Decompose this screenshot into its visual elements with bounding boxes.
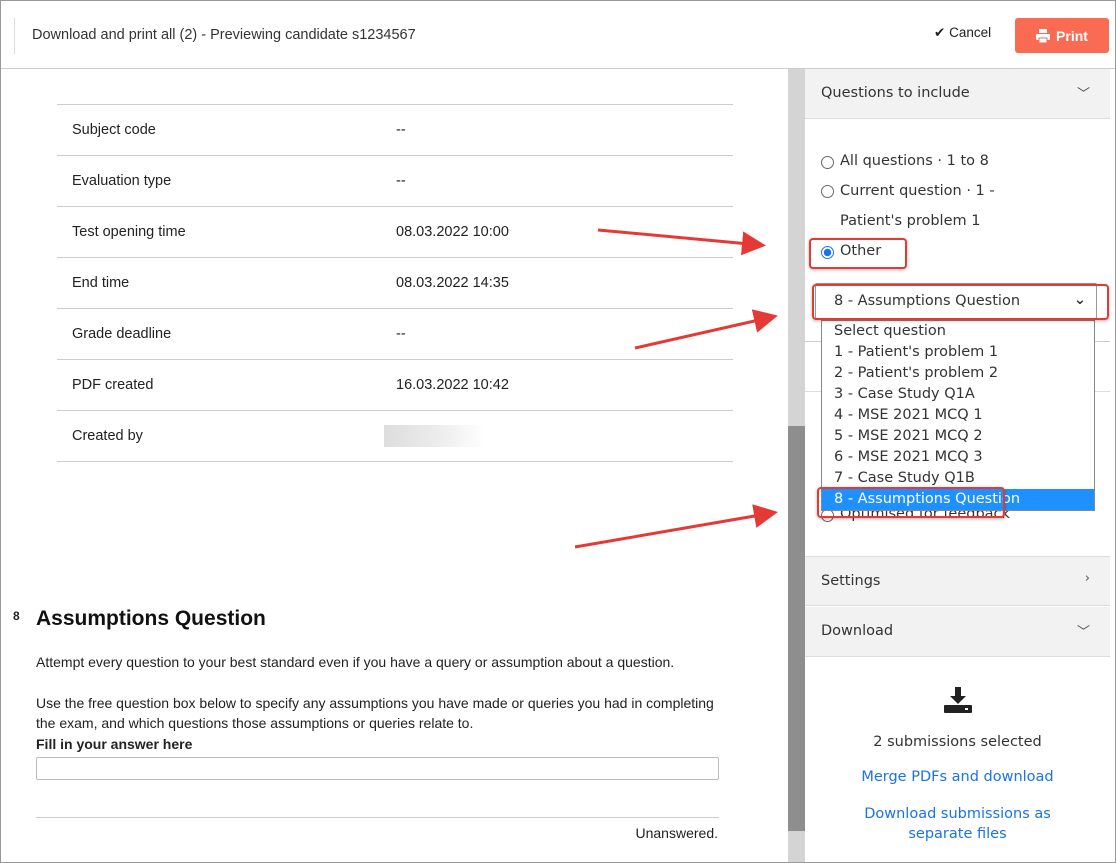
detail-label: End time xyxy=(72,275,130,291)
dropdown-option[interactable]: 2 - Patient's problem 2 xyxy=(822,363,1094,384)
separate-files-link[interactable]: Download submissions as separate files xyxy=(805,804,1110,844)
question-number: 8 xyxy=(13,609,20,623)
header: Download and print all (2) - Previewing … xyxy=(0,0,1116,69)
redacted-value xyxy=(384,425,484,447)
question-title: Assumptions Question xyxy=(36,607,266,630)
detail-label: Evaluation type xyxy=(72,173,172,189)
dropdown-option[interactable]: 3 - Case Study Q1A xyxy=(822,384,1094,405)
table-row: Created by xyxy=(57,411,733,462)
radio-current-question[interactable]: Current question · 1 - Patient's problem… xyxy=(821,176,1061,236)
detail-label: Created by xyxy=(72,428,143,444)
table-row: PDF created 16.03.2022 10:42 xyxy=(57,360,733,411)
highlight-box xyxy=(817,487,1005,518)
download-icon xyxy=(944,687,972,713)
detail-value: 16.03.2022 10:42 xyxy=(396,377,509,393)
table-row: Test opening time 08.03.2022 10:00 xyxy=(57,207,733,258)
question-instructions: Attempt every question to your best stan… xyxy=(36,654,675,670)
options-panel: Questions to include ﹀ All questions · 1 … xyxy=(805,69,1110,863)
table-row: Evaluation type -- xyxy=(57,156,733,207)
scrollbar-thumb[interactable] xyxy=(788,426,805,831)
dropdown-option[interactable]: 1 - Patient's problem 1 xyxy=(822,342,1094,363)
divider xyxy=(36,817,719,818)
chevron-down-icon: ﹀ xyxy=(1076,87,1090,102)
download-section-header[interactable]: Download ﹀ xyxy=(805,607,1110,657)
check-icon: ✔ xyxy=(934,25,946,40)
detail-label: Test opening time xyxy=(72,224,186,240)
dropdown-option[interactable]: Select question xyxy=(822,321,1094,342)
dropdown-option[interactable]: 4 - MSE 2021 MCQ 1 xyxy=(822,405,1094,426)
radio-all-questions[interactable]: All questions · 1 to 8 xyxy=(821,153,989,169)
detail-value: -- xyxy=(396,122,406,138)
questions-section-header[interactable]: Questions to include ﹀ xyxy=(805,69,1110,119)
printer-icon xyxy=(1036,28,1051,43)
details-table: Subject code -- Evaluation type -- Test open… xyxy=(57,104,733,462)
scrollbar[interactable] xyxy=(788,69,805,863)
print-button[interactable]: Print xyxy=(1015,18,1109,53)
answer-field[interactable] xyxy=(36,757,719,780)
question-description: Use the free question box below to speci… xyxy=(36,695,714,731)
detail-label: Grade deadline xyxy=(72,326,172,342)
dropdown-option[interactable]: 6 - MSE 2021 MCQ 3 xyxy=(822,447,1094,468)
table-row: Subject code -- xyxy=(57,105,733,156)
selected-count: 2 submissions selected xyxy=(873,734,1042,750)
detail-label: Subject code xyxy=(72,122,156,138)
detail-value: -- xyxy=(396,173,406,189)
detail-value: 08.03.2022 14:35 xyxy=(396,275,509,291)
chevron-right-icon: › xyxy=(1084,571,1090,586)
merge-pdfs-link[interactable]: Merge PDFs and download xyxy=(805,769,1110,785)
table-row: Grade deadline -- xyxy=(57,309,733,360)
dropdown-option[interactable]: 5 - MSE 2021 MCQ 2 xyxy=(822,426,1094,447)
answer-status: Unanswered. xyxy=(635,825,719,841)
question-dropdown-list: Select question 1 - Patient's problem 12 … xyxy=(821,320,1095,511)
preview-area: Subject code -- Evaluation type -- Test open… xyxy=(0,69,788,863)
detail-value: -- xyxy=(396,326,406,342)
highlight-box xyxy=(809,238,907,269)
detail-value: 08.03.2022 10:00 xyxy=(396,224,509,240)
detail-label: PDF created xyxy=(72,377,154,393)
answer-label: Fill in your answer here xyxy=(36,736,193,752)
page-title: Download and print all (2) - Previewing … xyxy=(32,27,416,43)
divider xyxy=(14,18,15,54)
cancel-button[interactable]: ✔ Cancel xyxy=(934,25,991,41)
table-row: End time 08.03.2022 14:35 xyxy=(57,258,733,309)
settings-section-header[interactable]: Settings › xyxy=(805,556,1110,606)
dropdown-option[interactable]: 7 - Case Study Q1B xyxy=(822,468,1094,489)
chevron-down-icon: ﹀ xyxy=(1076,625,1090,640)
highlight-box xyxy=(812,284,1109,320)
